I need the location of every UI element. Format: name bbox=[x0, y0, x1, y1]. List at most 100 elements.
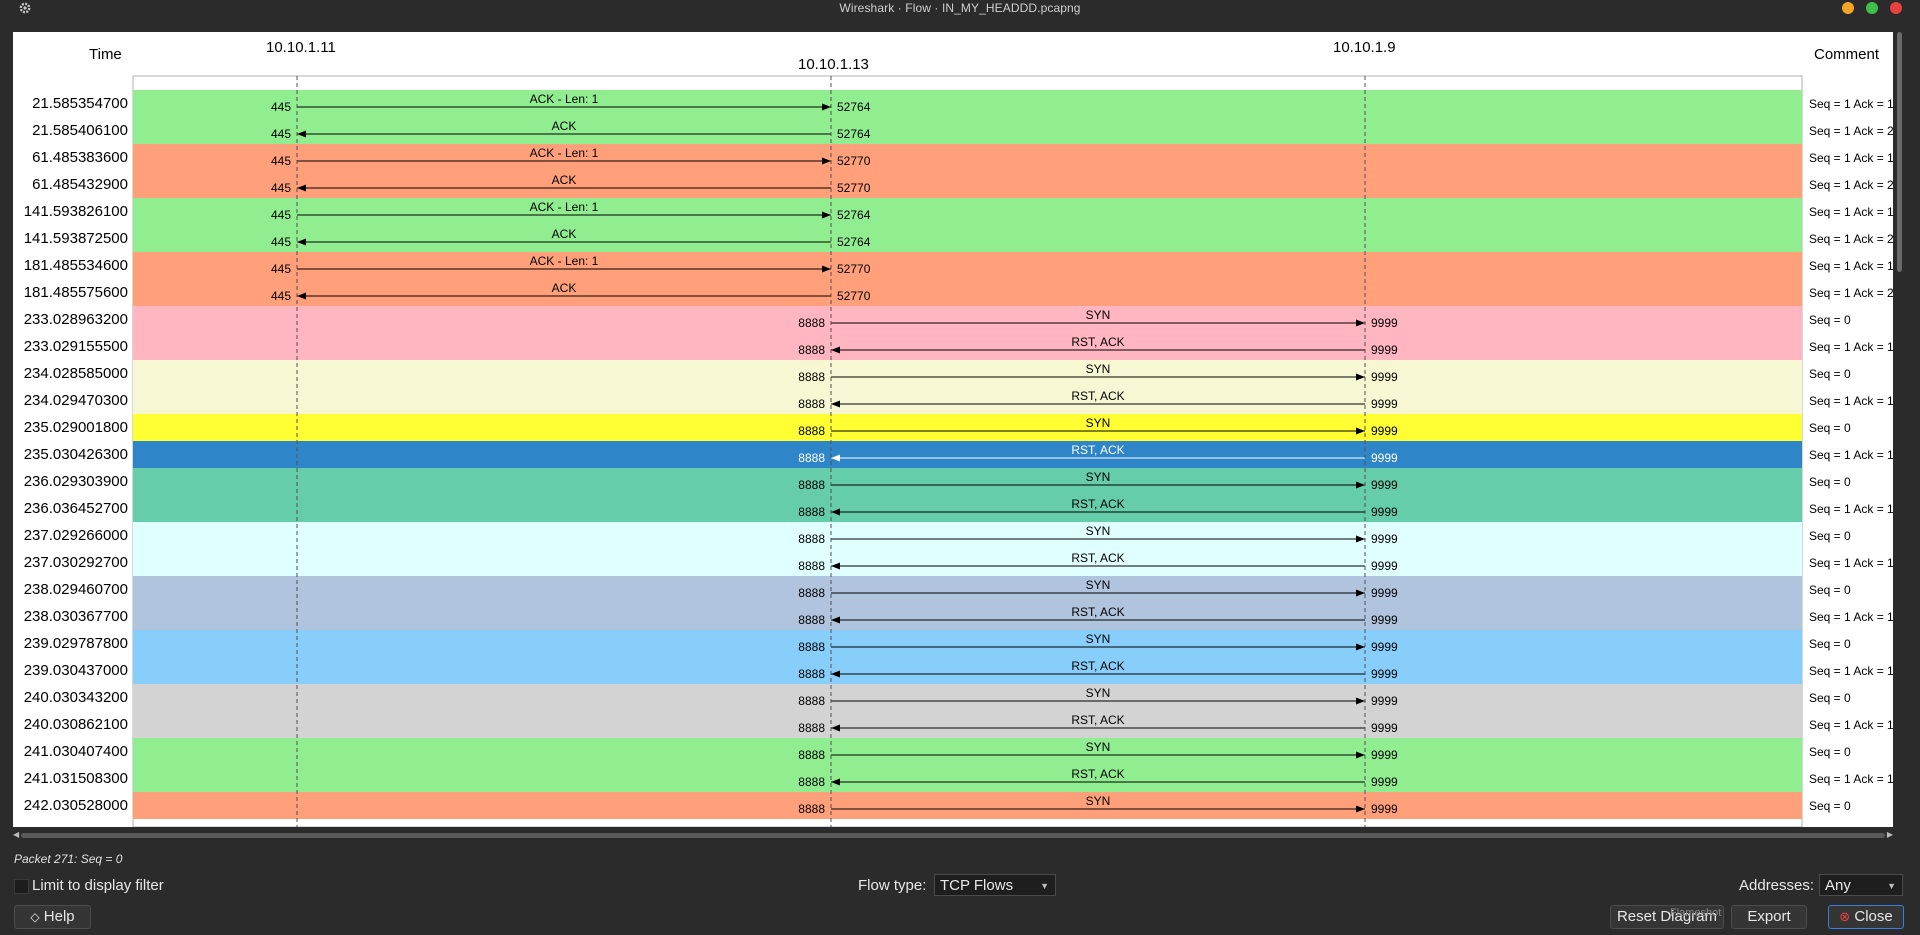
limit-display-filter-checkbox[interactable] bbox=[14, 879, 29, 894]
comment-cell: Seq = 1 Ack = 2 bbox=[1809, 232, 1893, 246]
row-background bbox=[133, 657, 1802, 684]
flow-label: SYN bbox=[1086, 632, 1111, 646]
flow-label: SYN bbox=[1086, 578, 1111, 592]
row-background bbox=[133, 441, 1802, 468]
export-button[interactable]: Export bbox=[1731, 905, 1807, 929]
time-cell: 236.029303900 bbox=[24, 473, 128, 490]
comment-cell: Seq = 0 bbox=[1809, 421, 1851, 435]
port-label: 8888 bbox=[798, 613, 825, 627]
port-label: 9999 bbox=[1371, 370, 1398, 384]
limit-display-filter-label[interactable]: Limit to display filter bbox=[32, 877, 164, 894]
flow-label: SYN bbox=[1086, 740, 1111, 754]
help-icon: ◇ bbox=[30, 910, 40, 924]
comment-cell: Seq = 0 bbox=[1809, 583, 1851, 597]
port-label: 52770 bbox=[837, 289, 871, 303]
port-label: 8888 bbox=[798, 802, 825, 816]
export-button-label: Export bbox=[1747, 908, 1791, 925]
horizontal-scrollbar-thumb[interactable] bbox=[21, 833, 1885, 838]
port-label: 8888 bbox=[798, 343, 825, 357]
row-background bbox=[133, 792, 1802, 819]
row-background bbox=[133, 549, 1802, 576]
flow-label: RST, ACK bbox=[1071, 713, 1124, 727]
port-label: 9999 bbox=[1371, 532, 1398, 546]
time-cell: 233.029155500 bbox=[24, 338, 128, 355]
row-background bbox=[133, 603, 1802, 630]
comment-cell: Seq = 0 bbox=[1809, 313, 1851, 327]
maximize-button[interactable] bbox=[1866, 2, 1878, 14]
comment-cell: Seq = 1 Ack = 1 bbox=[1809, 151, 1893, 165]
port-label: 52764 bbox=[837, 100, 871, 114]
row-background bbox=[133, 414, 1802, 441]
row-background bbox=[133, 306, 1802, 333]
time-cell: 234.028585000 bbox=[24, 365, 128, 382]
port-label: 445 bbox=[271, 181, 291, 195]
addresses-select[interactable]: Any ▼ bbox=[1819, 874, 1903, 896]
comment-cell: Seq = 1 Ack = 1 bbox=[1809, 556, 1893, 570]
flow-diagram: 21.585354700 Seq = 1 Ack = 1 ACK - Len: 1 4… bbox=[24, 75, 1893, 827]
port-label: 8888 bbox=[798, 775, 825, 789]
flow-type-select[interactable]: TCP Flows ▼ bbox=[934, 874, 1056, 896]
row-background bbox=[133, 576, 1802, 603]
row-background bbox=[133, 387, 1802, 414]
row-background bbox=[133, 171, 1802, 198]
port-label: 445 bbox=[271, 208, 291, 222]
time-cell: 181.485534600 bbox=[24, 257, 128, 274]
flow-label: SYN bbox=[1086, 686, 1111, 700]
window-title: Wireshark · Flow · IN_MY_HEADDD.pcapng bbox=[839, 1, 1081, 15]
status-text: Packet 271: Seq = 0 bbox=[14, 852, 123, 866]
flow-label: ACK bbox=[552, 173, 577, 187]
port-label: 9999 bbox=[1371, 343, 1398, 357]
comment-cell: Seq = 1 Ack = 1 bbox=[1809, 502, 1893, 516]
minimize-button[interactable] bbox=[1842, 2, 1854, 14]
comment-cell: Seq = 0 bbox=[1809, 529, 1851, 543]
flow-label: RST, ACK bbox=[1071, 767, 1124, 781]
flow-type-label: Flow type: bbox=[858, 877, 927, 894]
row-background bbox=[133, 225, 1802, 252]
port-label: 9999 bbox=[1371, 775, 1398, 789]
scroll-left-icon[interactable]: ◀ bbox=[13, 830, 19, 839]
port-label: 8888 bbox=[798, 478, 825, 492]
time-cell: 21.585406100 bbox=[32, 122, 128, 139]
port-label: 8888 bbox=[798, 586, 825, 600]
time-cell: 181.485575600 bbox=[24, 284, 128, 301]
row-background bbox=[133, 711, 1802, 738]
scroll-right-icon[interactable]: ▶ bbox=[1887, 830, 1893, 839]
comment-cell: Seq = 0 bbox=[1809, 637, 1851, 651]
comment-cell: Seq = 0 bbox=[1809, 745, 1851, 759]
time-cell: 242.030528000 bbox=[24, 797, 128, 814]
time-cell: 239.029787800 bbox=[24, 635, 128, 652]
time-cell: 241.030407400 bbox=[24, 743, 128, 760]
row-background bbox=[133, 90, 1802, 117]
flow-label: SYN bbox=[1086, 362, 1111, 376]
port-label: 9999 bbox=[1371, 748, 1398, 762]
row-background bbox=[133, 495, 1802, 522]
flow-label: ACK - Len: 1 bbox=[530, 146, 599, 160]
flow-graph[interactable]: Time Comment 10.10.1.11 10.10.1.13 10.10… bbox=[13, 32, 1893, 827]
comment-cell: Seq = 0 bbox=[1809, 475, 1851, 489]
help-button[interactable]: ◇ Help bbox=[14, 905, 91, 929]
row-background bbox=[133, 522, 1802, 549]
flow-label: SYN bbox=[1086, 794, 1111, 808]
flow-label: RST, ACK bbox=[1071, 335, 1124, 349]
port-label: 8888 bbox=[798, 505, 825, 519]
flow-label: RST, ACK bbox=[1071, 497, 1124, 511]
comment-cell: Seq = 1 Ack = 1 bbox=[1809, 664, 1893, 678]
comment-cell: Seq = 1 Ack = 1 bbox=[1809, 259, 1893, 273]
horizontal-scrollbar[interactable]: ◀ ▶ bbox=[13, 830, 1893, 840]
port-label: 9999 bbox=[1371, 316, 1398, 330]
vertical-scrollbar-thumb[interactable] bbox=[1897, 32, 1902, 272]
close-icon: ⊗ bbox=[1839, 909, 1851, 924]
comment-cell: Seq = 1 Ack = 2 bbox=[1809, 286, 1893, 300]
row-background bbox=[133, 117, 1802, 144]
close-window-button[interactable] bbox=[1890, 2, 1902, 14]
port-label: 9999 bbox=[1371, 586, 1398, 600]
flow-label: ACK - Len: 1 bbox=[530, 254, 599, 268]
vertical-scrollbar[interactable] bbox=[1896, 32, 1904, 827]
close-button[interactable]: ⊗ Close bbox=[1828, 905, 1904, 929]
port-label: 9999 bbox=[1371, 478, 1398, 492]
time-cell: 141.593826100 bbox=[24, 203, 128, 220]
comment-cell: Seq = 1 Ack = 2 bbox=[1809, 124, 1893, 138]
row-background bbox=[133, 630, 1802, 657]
time-cell: 240.030343200 bbox=[24, 689, 128, 706]
comment-cell: Seq = 1 Ack = 1 bbox=[1809, 205, 1893, 219]
